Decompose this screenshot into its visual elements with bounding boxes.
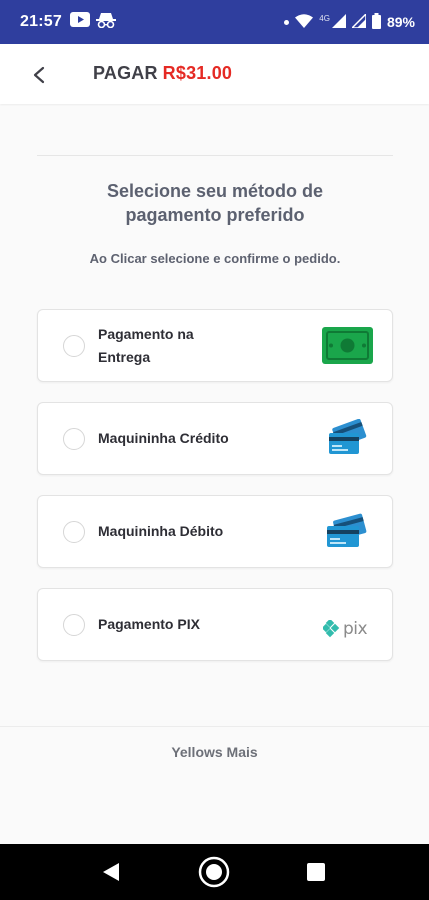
status-time: 21:57 (20, 13, 62, 30)
option-label: Pagamento na Entrega (98, 323, 194, 369)
debit-card-icon (325, 512, 367, 557)
payment-option-credit[interactable]: Maquininha Crédito (37, 402, 393, 475)
cash-icon (322, 327, 373, 369)
back-button[interactable] (26, 62, 52, 88)
radio-button[interactable] (63, 428, 85, 450)
option-label: Maquininha Débito (98, 523, 224, 539)
battery-percent: 89% (386, 14, 415, 30)
incognito-icon (95, 12, 116, 33)
footer-brand: Yellows Mais (171, 744, 258, 760)
status-bar: 21:57 4G 89% (0, 0, 429, 44)
prompt-subtitle: Ao Clicar selecione e confirme o pedido. (89, 251, 341, 266)
credit-card-icon (327, 418, 367, 464)
home-circle-icon[interactable] (198, 856, 230, 893)
option-label: Maquininha Crédito (98, 430, 229, 446)
page-title: PAGAR R$31.00 (93, 63, 232, 84)
divider (0, 726, 429, 727)
option-label: Pagamento PIX (98, 616, 200, 632)
option-label-line1: Pagamento na (98, 326, 194, 342)
prompt-title-line1: Selecione seu método de (106, 181, 324, 201)
radio-button[interactable] (63, 614, 85, 636)
chevron-left-icon (33, 66, 45, 84)
prompt-title-line2: pagamento preferido (125, 205, 305, 225)
payment-option-pix[interactable]: Pagamento PIX pix (37, 588, 393, 661)
android-nav-bar (0, 844, 429, 900)
signal-icon (331, 13, 346, 31)
app-header: PAGAR R$31.00 (0, 44, 429, 104)
signal-icon (350, 11, 367, 31)
page-title-text: PAGAR (93, 63, 158, 83)
back-triangle-icon[interactable] (102, 862, 120, 887)
option-label-line2: Entrega (98, 349, 151, 365)
prompt-title: Selecione seu método de pagamento prefer… (60, 179, 370, 227)
pix-logo-text: pix (343, 619, 368, 639)
recents-square-icon[interactable] (307, 863, 325, 886)
radio-button[interactable] (63, 521, 85, 543)
radio-button[interactable] (63, 335, 85, 357)
pix-logo-icon: pix (323, 619, 368, 639)
battery-icon (371, 12, 381, 32)
wifi-icon (295, 13, 314, 31)
payment-option-debit[interactable]: Maquininha Débito (37, 495, 393, 568)
total-amount: R$31.00 (162, 63, 233, 83)
network-type: 4G (319, 13, 330, 23)
divider (37, 155, 393, 156)
payment-option-cash[interactable]: Pagamento na Entrega (37, 309, 393, 382)
dot-icon (284, 19, 290, 25)
youtube-icon (69, 12, 90, 32)
